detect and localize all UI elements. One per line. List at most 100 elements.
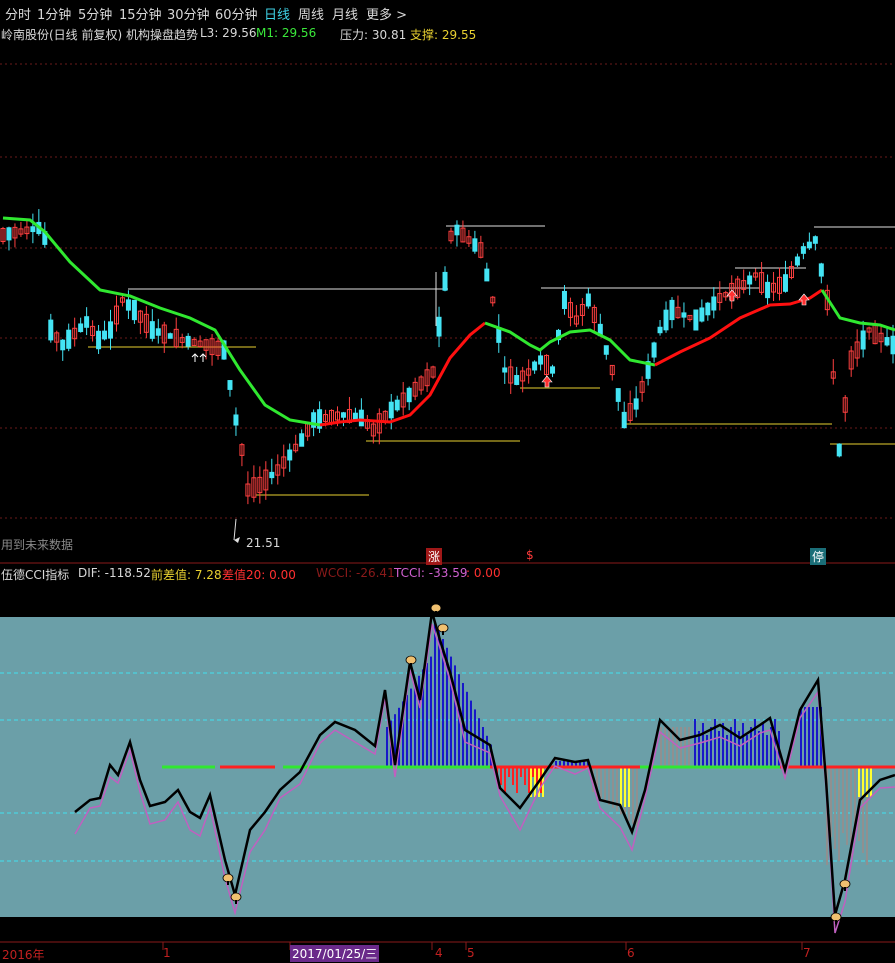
histogram-bar xyxy=(482,727,484,767)
low-arrow-head xyxy=(234,537,240,543)
candle-body xyxy=(436,316,442,337)
histogram-bar xyxy=(722,723,724,767)
tcci-value: TCCI: -33.59 xyxy=(394,566,468,580)
trend-segment-up xyxy=(654,288,823,367)
cci-indicator-panel xyxy=(0,603,895,934)
signal-mushroom-stem xyxy=(410,663,412,667)
candle-body xyxy=(125,299,131,311)
candle-body xyxy=(669,299,675,321)
candle-body xyxy=(860,330,866,350)
candle-body xyxy=(550,366,556,374)
candle-body xyxy=(406,387,412,403)
candle-body xyxy=(102,330,108,340)
histogram-bar xyxy=(834,767,836,849)
histogram-bar xyxy=(762,723,764,767)
candle-body xyxy=(185,335,191,347)
signal-mushroom-stem xyxy=(835,920,837,924)
histogram-bar xyxy=(528,767,530,793)
candle-body xyxy=(615,388,621,402)
qcz-value: 前差值: 7.28 xyxy=(151,568,222,582)
histogram-bar xyxy=(414,682,416,767)
histogram-bar xyxy=(632,767,634,824)
candle-body xyxy=(502,367,508,373)
candle-body xyxy=(585,293,591,307)
up-arrow-icon xyxy=(199,353,207,362)
histogram-bar xyxy=(438,630,440,767)
signal-mushroom-stem xyxy=(442,631,444,635)
histogram-bar xyxy=(746,735,748,767)
limit-up-badge: 涨 xyxy=(426,548,443,565)
dif-value: DIF: -118.52 xyxy=(78,566,151,580)
candle-body xyxy=(84,316,90,328)
candle-body xyxy=(96,330,102,350)
date-label-year: 2016年 xyxy=(2,948,45,962)
trend-segment-down xyxy=(484,321,656,367)
candle-body xyxy=(806,241,812,249)
histogram-bar xyxy=(434,621,436,767)
buy-arrow-icon xyxy=(798,293,810,306)
signal-mushroom-icon xyxy=(830,912,842,922)
histogram-bar xyxy=(766,735,768,767)
histogram-bar xyxy=(758,731,760,767)
low-price-marker: 21.51 xyxy=(246,536,281,550)
signal-mushroom-stem xyxy=(435,611,437,615)
candle-body xyxy=(394,399,400,411)
histogram-bar xyxy=(628,767,630,807)
candle-body xyxy=(287,449,293,461)
l3-value: L3: 29.56 xyxy=(200,26,257,40)
signal-mushroom-icon xyxy=(437,623,449,633)
date-label-month4: 4 xyxy=(435,946,443,960)
histogram-bar xyxy=(478,718,480,767)
candle-body xyxy=(66,329,72,349)
histogram-bar xyxy=(534,767,536,797)
candle-body xyxy=(782,274,788,292)
histogram-bar xyxy=(620,767,622,807)
candle-body xyxy=(538,355,544,365)
histogram-bar xyxy=(858,767,860,797)
m1-value: M1: 29.56 xyxy=(256,26,317,40)
candle-body xyxy=(388,401,394,419)
histogram-bar xyxy=(694,719,696,767)
signal-mushroom-stem xyxy=(844,887,846,891)
candle-body xyxy=(233,414,239,426)
stock-chart[interactable] xyxy=(0,0,895,963)
candle-body xyxy=(532,361,538,371)
histogram-bar xyxy=(702,723,704,767)
signal-mushroom-icon xyxy=(222,873,234,883)
date-axis xyxy=(0,941,895,950)
histogram-bar xyxy=(454,665,456,767)
histogram-bar xyxy=(386,727,388,767)
histogram-bar xyxy=(512,767,514,785)
signal-mushroom-stem xyxy=(235,900,237,904)
candle-body xyxy=(765,281,771,299)
candle-body xyxy=(30,226,36,233)
candle-body xyxy=(78,323,84,333)
candle-body xyxy=(800,246,806,254)
candle-body xyxy=(60,339,66,351)
candle-body xyxy=(442,271,448,291)
candle-body xyxy=(514,375,520,385)
date-label-month5: 5 xyxy=(467,946,475,960)
wcci-value: WCCI: -26.41 xyxy=(316,566,395,580)
histogram-bar xyxy=(754,719,756,767)
histogram-bar xyxy=(608,767,610,805)
candle-body xyxy=(633,398,639,410)
candle-body xyxy=(340,412,346,418)
candle-body xyxy=(812,236,818,244)
candle-body xyxy=(227,380,233,390)
histogram-bar xyxy=(804,707,806,767)
histogram-bar xyxy=(406,695,408,767)
histogram-bar xyxy=(668,727,670,767)
candle-body xyxy=(108,321,114,339)
candlestick-series xyxy=(0,209,895,505)
pressure-value: 压力: 30.81 xyxy=(340,28,407,42)
buy-arrow-icon xyxy=(541,375,553,388)
histogram-bar xyxy=(812,707,814,767)
candle-body xyxy=(699,307,705,322)
histogram-bar xyxy=(500,767,502,785)
histogram-bar xyxy=(600,767,602,799)
histogram-bar xyxy=(624,767,626,807)
histogram-bar xyxy=(688,727,690,767)
candle-body xyxy=(155,328,161,336)
signal-mushroom-icon xyxy=(230,892,242,902)
